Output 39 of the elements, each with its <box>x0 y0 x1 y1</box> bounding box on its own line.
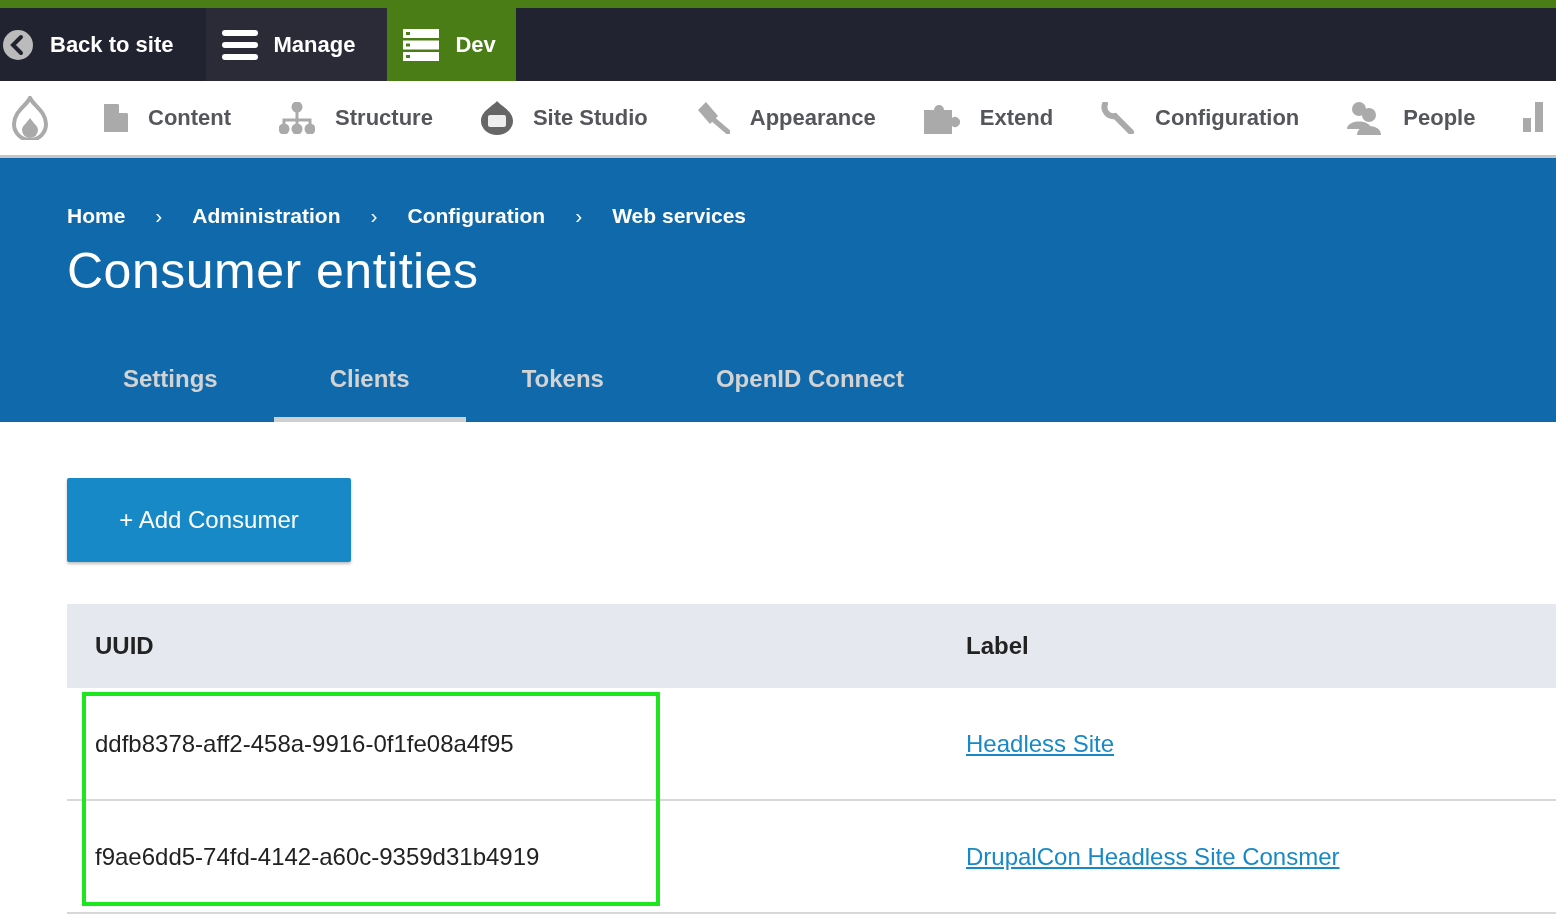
uuid-cell-text: ddfb8378-aff2-458a-9916-0f1fe08a4f95 <box>94 729 515 758</box>
puzzle-piece-icon <box>923 102 960 134</box>
toolbar-item[interactable]: Content <box>104 104 232 132</box>
admin-bar-tab[interactable]: Manage <box>205 8 388 81</box>
document-icon <box>104 104 128 132</box>
toolbar-item[interactable]: Appearance <box>695 102 876 134</box>
hierarchy-icon <box>279 102 316 134</box>
menu-icon <box>221 27 258 62</box>
drop-logo-icon <box>12 96 48 140</box>
add-consumer-button[interactable]: + Add Consumer <box>67 478 351 562</box>
admin-bar-tab[interactable]: Back to site <box>0 8 206 81</box>
people-icon <box>1347 101 1384 135</box>
tab[interactable]: Tokens <box>465 336 660 422</box>
wrench-icon <box>1101 102 1136 134</box>
column-header: Label <box>966 632 1029 660</box>
column-header: UUID <box>94 632 155 660</box>
toolbar-item[interactable]: Configuration <box>1101 102 1300 134</box>
label-link[interactable]: DrupalCon Headless Site Consmer <box>966 842 1340 870</box>
label-link[interactable]: Headless Site <box>966 729 1115 757</box>
toolbar-item[interactable]: Structure <box>279 102 433 134</box>
tab[interactable]: Clients <box>273 336 466 422</box>
breadcrumb-separator: › <box>370 204 378 228</box>
breadcrumb-link[interactable]: Home <box>67 204 126 228</box>
toolbar-item[interactable]: Site Studio <box>480 101 648 135</box>
paintbrush-icon <box>695 102 730 134</box>
drop-window-icon <box>480 101 513 135</box>
uuid-cell-text: f9ae6dd5-74fd-4142-a60c-9359d31b4919 <box>94 842 541 871</box>
breadcrumb-link[interactable]: Configuration <box>407 204 546 228</box>
admin-bar-tab[interactable]: Dev <box>387 8 516 81</box>
page-title: Consumer entities <box>67 242 480 300</box>
breadcrumb-link[interactable]: Administration <box>192 204 341 228</box>
breadcrumb-separator: › <box>575 204 583 228</box>
tab[interactable]: Settings <box>67 336 274 422</box>
breadcrumb-separator: › <box>155 204 163 228</box>
tab[interactable]: OpenID Connect <box>659 336 960 422</box>
server-icon <box>403 28 440 61</box>
toolbar-item[interactable]: People <box>1347 101 1476 135</box>
toolbar-item[interactable]: Extend <box>923 102 1054 134</box>
breadcrumb-link[interactable]: Web services <box>612 204 747 228</box>
